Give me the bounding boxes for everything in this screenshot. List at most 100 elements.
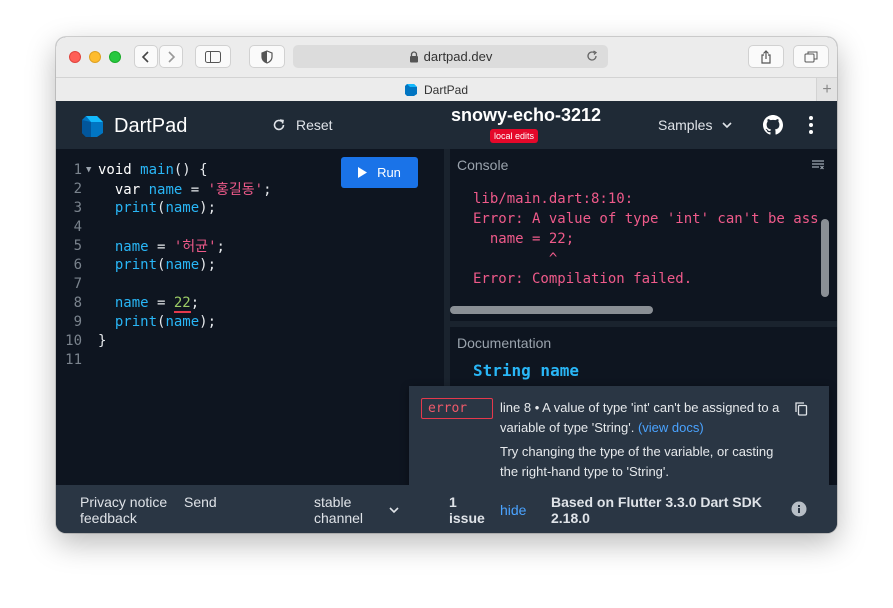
sidebar-toggle-button[interactable] xyxy=(195,45,231,68)
run-button[interactable]: Run xyxy=(341,157,418,188)
line-number: 3 xyxy=(73,199,82,216)
line-number: 6 xyxy=(73,256,82,273)
code-line: 6 print(name); xyxy=(56,255,216,274)
play-icon xyxy=(358,167,368,178)
code-editor[interactable]: 1 ▼ void main() { 2 var name = '홍길동'; 3 pr… xyxy=(56,149,444,485)
browser-titlebar: dartpad.dev DartPad + xyxy=(56,37,837,102)
reset-button[interactable]: Reset xyxy=(272,117,333,133)
chevron-right-icon xyxy=(168,50,176,63)
channel-label-line2: channel xyxy=(314,510,364,526)
send-feedback-link[interactable]: Send xyxy=(184,494,217,510)
code-line: 9 print(name); xyxy=(56,312,216,331)
privacy-notice-link[interactable]: Privacy notice xyxy=(80,494,167,510)
line-number: 5 xyxy=(73,237,82,254)
channel-label: stable xyxy=(314,494,352,510)
run-label: Run xyxy=(377,165,401,180)
sidebar-icon xyxy=(205,50,221,63)
error-tag: error xyxy=(421,398,493,419)
tab-title: DartPad xyxy=(423,83,469,97)
console-line: Error: Compilation failed. xyxy=(473,271,693,287)
new-tab-button[interactable]: + xyxy=(817,78,837,102)
line-number: 7 xyxy=(73,275,82,292)
lock-icon xyxy=(409,50,418,62)
channel-chevron-down-icon[interactable] xyxy=(389,507,399,514)
issues-count: 1 xyxy=(449,494,457,510)
code-line: 3 print(name); xyxy=(56,198,216,217)
more-vert-icon[interactable] xyxy=(808,115,814,135)
code-line: 5 name = '허균'; xyxy=(56,236,225,255)
code-line: 11 xyxy=(56,350,86,369)
line-number: 9 xyxy=(73,313,82,330)
line-number: 8 xyxy=(73,294,82,311)
samples-dropdown[interactable]: Samples xyxy=(658,117,733,133)
close-window-button[interactable] xyxy=(69,51,81,63)
line-number: 10 xyxy=(65,332,82,349)
clear-console-icon[interactable] xyxy=(812,160,824,170)
code-line: 10} xyxy=(56,331,106,350)
address-bar[interactable]: dartpad.dev xyxy=(293,45,608,68)
issue-hint: Try changing the type of the variable, o… xyxy=(500,444,774,479)
console-output: lib/main.dart:8:10: Error: A value of typ… xyxy=(473,189,819,289)
dartpad-logo[interactable]: DartPad xyxy=(80,113,187,139)
code-line: 2 var name = '홍길동'; xyxy=(56,179,272,198)
line-number: 11 xyxy=(65,351,82,368)
send-feedback-link-line2[interactable]: feedback xyxy=(80,510,137,526)
documentation-title: Documentation xyxy=(457,335,552,351)
tabs-icon xyxy=(804,51,818,62)
copy-icon[interactable] xyxy=(795,402,808,416)
chevron-left-icon xyxy=(141,50,149,63)
line-number: 1 xyxy=(73,161,82,178)
console-panel: Console lib/main.dart:8:10: Error: A valu… xyxy=(450,149,837,321)
console-horizontal-scrollbar[interactable] xyxy=(450,306,653,314)
share-button[interactable] xyxy=(748,45,784,68)
tab-dartpad[interactable]: DartPad xyxy=(56,78,817,102)
hide-issues-link[interactable]: hide xyxy=(500,502,526,518)
github-icon[interactable] xyxy=(763,115,783,135)
sdk-version-line2: 2.18.0 xyxy=(551,510,590,526)
pad-title: snowy-echo-3212 xyxy=(450,105,602,125)
samples-label: Samples xyxy=(658,117,713,133)
documentation-symbol: String name xyxy=(473,361,579,380)
fold-arrow-icon[interactable]: ▼ xyxy=(86,165,98,175)
privacy-shield-button[interactable] xyxy=(249,45,285,68)
line-number: 2 xyxy=(73,180,82,197)
reload-icon[interactable] xyxy=(586,50,598,62)
refresh-icon xyxy=(273,119,285,131)
back-button[interactable] xyxy=(134,45,158,68)
console-line: ^ xyxy=(473,251,558,267)
console-line: lib/main.dart:8:10: xyxy=(473,191,634,207)
console-vertical-scrollbar[interactable] xyxy=(821,219,829,297)
code-line: 4 xyxy=(56,217,86,236)
dart-favicon-icon xyxy=(404,84,417,96)
code-line: 7 xyxy=(56,274,86,293)
local-edits-badge: local edits xyxy=(490,129,539,143)
console-line: Error: A value of type 'int' can't be as… xyxy=(473,211,819,227)
view-docs-link[interactable]: (view docs) xyxy=(638,420,704,435)
issue-message: line 8 • A value of type 'int' can't be … xyxy=(500,398,790,438)
browser-window: dartpad.dev DartPad + DartPad Reset snow… xyxy=(56,37,837,533)
chevron-down-icon xyxy=(722,121,733,128)
app-header: DartPad Reset snowy-echo-3212 local edit… xyxy=(56,101,837,149)
console-line: name = 22; xyxy=(473,231,575,247)
issue-popup: error line 8 • A value of type 'int' can… xyxy=(409,386,829,494)
issues-label: issue xyxy=(449,510,485,526)
footer-bar: Privacy notice Send feedback stable chan… xyxy=(56,485,837,533)
minimize-window-button[interactable] xyxy=(89,51,101,63)
app-name: DartPad xyxy=(114,114,188,137)
share-icon xyxy=(761,49,771,64)
code-line: 1 ▼ void main() { xyxy=(56,160,208,179)
shield-icon xyxy=(261,49,273,64)
dart-logo-icon xyxy=(82,116,103,137)
reset-label: Reset xyxy=(296,117,333,133)
sdk-version: Based on Flutter 3.3.0 Dart SDK xyxy=(551,494,762,510)
tab-bar: DartPad + xyxy=(56,77,837,102)
info-icon[interactable] xyxy=(791,501,807,517)
console-title: Console xyxy=(457,157,509,173)
code-line: 8 name = 22; xyxy=(56,293,199,313)
zoom-window-button[interactable] xyxy=(109,51,121,63)
forward-button[interactable] xyxy=(159,45,183,68)
tabs-overview-button[interactable] xyxy=(793,45,829,68)
channel-dropdown[interactable]: stable channel xyxy=(314,494,374,529)
url-text: dartpad.dev xyxy=(423,49,493,64)
line-number: 4 xyxy=(73,218,82,235)
